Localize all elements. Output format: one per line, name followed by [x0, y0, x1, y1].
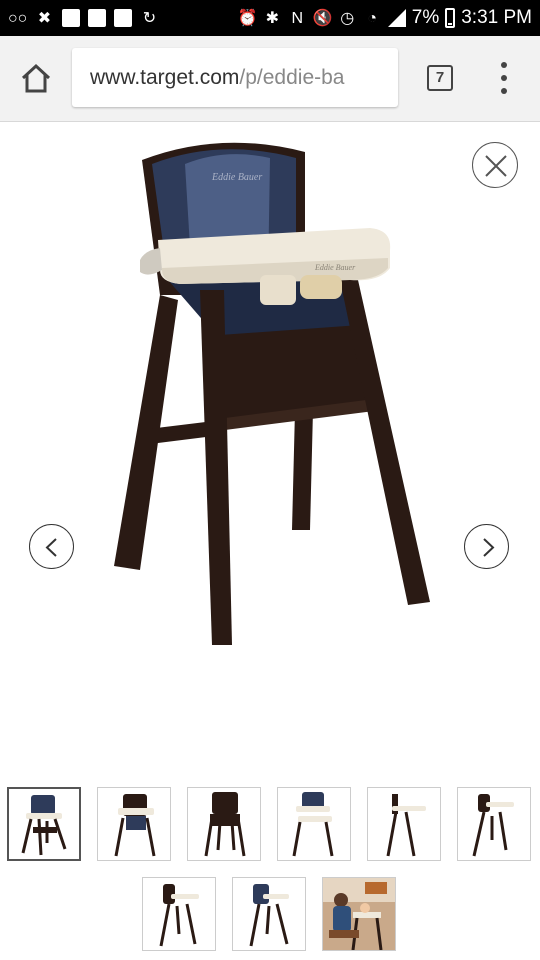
- previous-image-button[interactable]: [29, 524, 74, 569]
- clock-icon: ◷: [340, 9, 355, 27]
- thumbnail-6[interactable]: [457, 787, 531, 861]
- alarm-icon: ⏰: [237, 9, 258, 27]
- status-bar: ○○ ✖ ↻ ⏰ ✱ N 🔇 ◷ ◔ 7% 3:31 PM: [0, 0, 540, 36]
- missed-call-icon: ✖: [37, 9, 52, 27]
- thumbnail-image: [292, 792, 334, 857]
- thumbnail-9[interactable]: [322, 877, 396, 951]
- thumbnail-image: [386, 794, 426, 857]
- thumbnail-image: [249, 884, 289, 947]
- chevron-right-icon: [483, 538, 495, 557]
- thumbnail-image: [114, 794, 156, 857]
- wifi-icon: ◔: [367, 9, 378, 27]
- status-right-icons: ⏰ ✱ N 🔇 ◷ ◔ 7% 3:31 PM: [238, 7, 532, 29]
- thumbnail-8[interactable]: [232, 877, 306, 951]
- svg-text:Eddie Bauer: Eddie Bauer: [314, 263, 356, 272]
- battery-icon: [445, 8, 456, 28]
- nfc-icon: N: [291, 9, 304, 27]
- facebook-icon: [88, 9, 106, 27]
- thumbnail-5[interactable]: [367, 787, 441, 861]
- mute-icon: 🔇: [312, 9, 333, 27]
- thumbnail-3[interactable]: [187, 787, 261, 861]
- thumbnail-image: [204, 792, 246, 857]
- thumbnail-image: [323, 878, 395, 950]
- thumbnail-1[interactable]: [7, 787, 81, 861]
- thumbnail-2[interactable]: [97, 787, 171, 861]
- url-bar[interactable]: www.target.com/p/eddie-ba: [72, 48, 398, 107]
- facebook-icon: [114, 9, 132, 27]
- thumbnail-4[interactable]: [277, 787, 351, 861]
- sync-icon: ↻: [142, 9, 157, 27]
- overflow-menu-icon[interactable]: [496, 62, 512, 96]
- url-host: www.target.com: [90, 66, 240, 89]
- tab-switcher-button[interactable]: 7: [427, 65, 453, 91]
- product-image-gallery: Eddie Bauer Eddie Bauer: [0, 122, 540, 960]
- thumbnail-7[interactable]: [142, 877, 216, 951]
- close-icon: [485, 155, 507, 177]
- bluetooth-icon: ✱: [265, 9, 279, 27]
- voicemail-icon: ○○: [8, 9, 28, 27]
- main-product-image: Eddie Bauer Eddie Bauer: [114, 142, 430, 645]
- thumbnail-image: [159, 884, 199, 947]
- close-button[interactable]: [472, 142, 518, 188]
- url-path: /p/eddie-ba: [239, 66, 345, 89]
- thumbnail-image: [472, 794, 514, 857]
- image-icon: [62, 9, 80, 27]
- home-icon[interactable]: [18, 60, 54, 96]
- browser-toolbar: www.target.com/p/eddie-ba 7: [0, 36, 540, 122]
- next-image-button[interactable]: [464, 524, 509, 569]
- thumbnail-image: [21, 795, 67, 856]
- svg-text:Eddie Bauer: Eddie Bauer: [211, 172, 262, 183]
- battery-percent: 7%: [411, 7, 440, 28]
- clock-time: 3:31 PM: [461, 7, 532, 28]
- signal-icon: [387, 9, 406, 27]
- status-left-icons: ○○ ✖ ↻: [8, 9, 159, 28]
- chevron-left-icon: [45, 538, 57, 557]
